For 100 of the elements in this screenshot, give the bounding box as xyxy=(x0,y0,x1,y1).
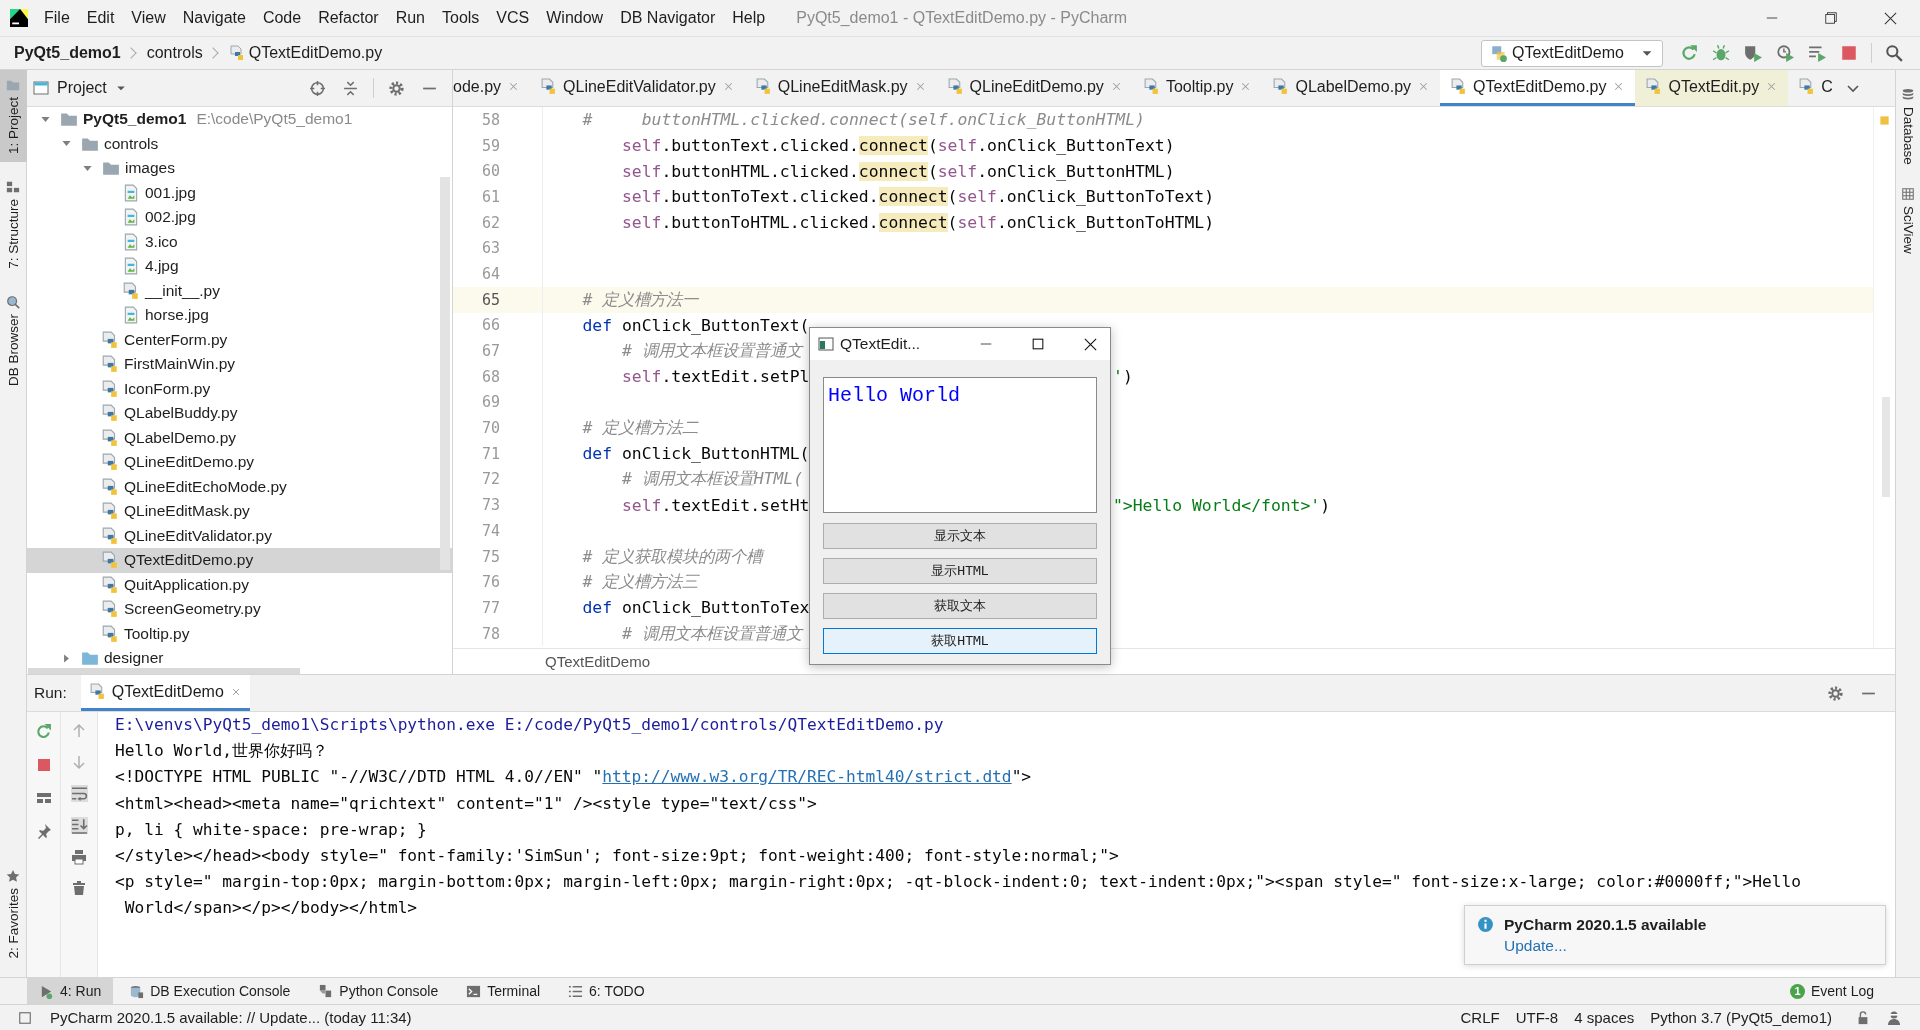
menu-item[interactable]: View xyxy=(131,6,166,30)
run-configuration-dropdown[interactable]: QTextEditDemo xyxy=(1480,39,1663,67)
lock-icon[interactable] xyxy=(1856,1010,1870,1025)
tree-item[interactable]: horse.jpg xyxy=(27,303,452,328)
debug-icon[interactable] xyxy=(1712,44,1730,62)
breadcrumb[interactable]: controls xyxy=(146,44,203,62)
tool-window-button[interactable]: 6: TODO xyxy=(556,978,657,1004)
project-view-dropdown[interactable]: Project xyxy=(33,79,127,97)
status-item[interactable]: 4 spaces xyxy=(1574,1009,1635,1026)
tool-window-button[interactable]: SciView xyxy=(1895,180,1920,260)
menu-item[interactable]: DB Navigator xyxy=(620,6,716,30)
dialog-button[interactable]: 显示HTML xyxy=(823,558,1097,584)
layout-icon[interactable] xyxy=(35,790,52,806)
tree-item[interactable]: QuitApplication.py xyxy=(27,572,452,597)
coverage-icon[interactable] xyxy=(1744,44,1762,62)
scrollbar-thumb[interactable] xyxy=(440,177,450,570)
close-icon[interactable] xyxy=(1883,10,1898,26)
collapse-all-icon[interactable] xyxy=(342,79,359,97)
dialog-button[interactable]: 获取HTML xyxy=(823,628,1097,654)
run-list-icon[interactable] xyxy=(1808,44,1826,62)
tree-item[interactable]: CenterForm.py xyxy=(27,327,452,352)
restore-icon[interactable] xyxy=(1824,11,1838,25)
settings-icon[interactable] xyxy=(388,79,405,97)
menu-item[interactable]: Run xyxy=(395,6,425,30)
console-link[interactable]: http://www.w3.org/TR/REC-html40/strict.dtd xyxy=(602,767,1012,787)
tree-item[interactable]: QLabelDemo.py xyxy=(27,425,452,450)
editor-tab[interactable]: QLineEditMask.py xyxy=(744,70,937,106)
tree-item[interactable]: QLabelBuddy.py xyxy=(27,401,452,426)
menu-item[interactable]: File xyxy=(44,6,70,30)
text-edit-field[interactable]: Hello World xyxy=(823,377,1097,513)
tool-window-button[interactable]: DB Browser xyxy=(0,286,27,394)
tree-item[interactable]: 001.jpg xyxy=(27,180,452,205)
tree-item[interactable]: QTextEditDemo.py xyxy=(27,548,452,573)
tree-item[interactable]: ScreenGeometry.py xyxy=(27,597,452,622)
settings-icon[interactable] xyxy=(1827,684,1844,702)
tree-item[interactable]: images xyxy=(27,156,452,181)
tree-item[interactable]: QLineEditMask.py xyxy=(27,499,452,524)
tree-item[interactable]: __init__.py xyxy=(27,278,452,303)
print-icon[interactable] xyxy=(71,849,87,865)
rerun-icon[interactable] xyxy=(35,723,52,740)
tree-item[interactable]: QLineEditValidator.py xyxy=(27,523,452,548)
editor-tab[interactable]: ode.py xyxy=(453,70,531,106)
close-icon[interactable] xyxy=(1083,336,1098,352)
tree-item[interactable]: QLineEditEchoMode.py xyxy=(27,474,452,499)
menu-item[interactable]: Code xyxy=(262,6,302,30)
stop-icon[interactable] xyxy=(35,757,52,773)
editor-tab[interactable]: C xyxy=(1788,70,1837,106)
menu-item[interactable]: Refactor xyxy=(318,6,379,30)
menu-item[interactable]: Tools xyxy=(442,6,480,30)
status-item[interactable]: UTF-8 xyxy=(1515,1009,1559,1026)
tree-item[interactable]: designer xyxy=(27,646,452,671)
editor-tab[interactable]: QLineEditValidator.py xyxy=(530,70,745,106)
editor-tab[interactable]: QTextEditDemo.py xyxy=(1440,70,1636,106)
tree-item[interactable]: QLineEditDemo.py xyxy=(27,450,452,475)
tree-item[interactable]: controls xyxy=(27,131,452,156)
menu-item[interactable]: Window xyxy=(546,6,604,30)
tool-window-button[interactable]: 7: Structure xyxy=(0,172,27,277)
dialog-button[interactable]: 获取文本 xyxy=(823,593,1097,619)
tree-item[interactable]: 002.jpg xyxy=(27,205,452,230)
scrollbar-thumb[interactable] xyxy=(1882,397,1890,497)
breadcrumb[interactable]: QTextEditDemo xyxy=(545,653,651,670)
tool-window-button[interactable]: Terminal xyxy=(454,978,553,1004)
tree-item[interactable]: PyQt5_demo1 E:\code\PyQt5_demo1 xyxy=(27,107,452,132)
editor-tab[interactable]: QTextEdit.py xyxy=(1635,70,1789,106)
locate-icon[interactable] xyxy=(309,79,326,97)
soft-wrap-icon[interactable] xyxy=(70,785,88,802)
tool-window-button[interactable]: DB Execution Console xyxy=(117,978,303,1004)
dialog-button[interactable]: 显示文本 xyxy=(823,523,1097,549)
tree-item[interactable]: IconForm.py xyxy=(27,376,452,401)
menu-item[interactable]: VCS xyxy=(496,6,530,30)
update-link[interactable]: Update... xyxy=(1504,937,1567,955)
menu-item[interactable]: Edit xyxy=(86,6,115,30)
tool-window-button[interactable]: Database xyxy=(1895,82,1920,171)
tool-window-button[interactable]: Python Console xyxy=(306,978,451,1004)
scrollbar-thumb[interactable] xyxy=(28,668,300,674)
tree-item[interactable]: FirstMainWin.py xyxy=(27,352,452,377)
rerun-icon[interactable] xyxy=(1680,44,1698,62)
breadcrumb[interactable]: PyQt5_demo1 xyxy=(14,44,121,62)
up-arrow-icon[interactable] xyxy=(71,723,87,739)
editor-tab[interactable]: QLabelDemo.py xyxy=(1262,70,1441,106)
tool-window-button[interactable]: 2: Favorites xyxy=(0,861,27,967)
tree-item[interactable]: 4.jpg xyxy=(27,254,452,279)
menu-item[interactable]: Navigate xyxy=(182,6,246,30)
editor-tab[interactable]: QLineEditDemo.py xyxy=(936,70,1133,106)
status-item[interactable]: CRLF xyxy=(1460,1009,1500,1026)
profile-icon[interactable] xyxy=(1776,44,1794,62)
event-log-button[interactable]: 1 Event Log xyxy=(1777,978,1886,1004)
editor-tab[interactable]: Tooltip.py xyxy=(1132,70,1263,106)
maximize-icon[interactable] xyxy=(1031,337,1045,351)
inspector-icon[interactable] xyxy=(1886,1009,1902,1026)
run-tab[interactable]: QTextEditDemo xyxy=(80,675,250,711)
scroll-to-end-icon[interactable] xyxy=(70,817,88,834)
tree-item[interactable]: Tooltip.py xyxy=(27,621,452,646)
tool-window-button[interactable]: 4: Run xyxy=(27,978,114,1004)
stop-icon[interactable] xyxy=(1840,44,1858,62)
status-item[interactable]: Python 3.7 (PyQt5_demo1) xyxy=(1650,1009,1832,1026)
breadcrumb[interactable]: QTextEditDemo.py xyxy=(248,44,383,62)
down-arrow-icon[interactable] xyxy=(71,754,87,770)
panel-toggle-icon[interactable] xyxy=(18,1010,32,1025)
trash-icon[interactable] xyxy=(71,880,87,896)
